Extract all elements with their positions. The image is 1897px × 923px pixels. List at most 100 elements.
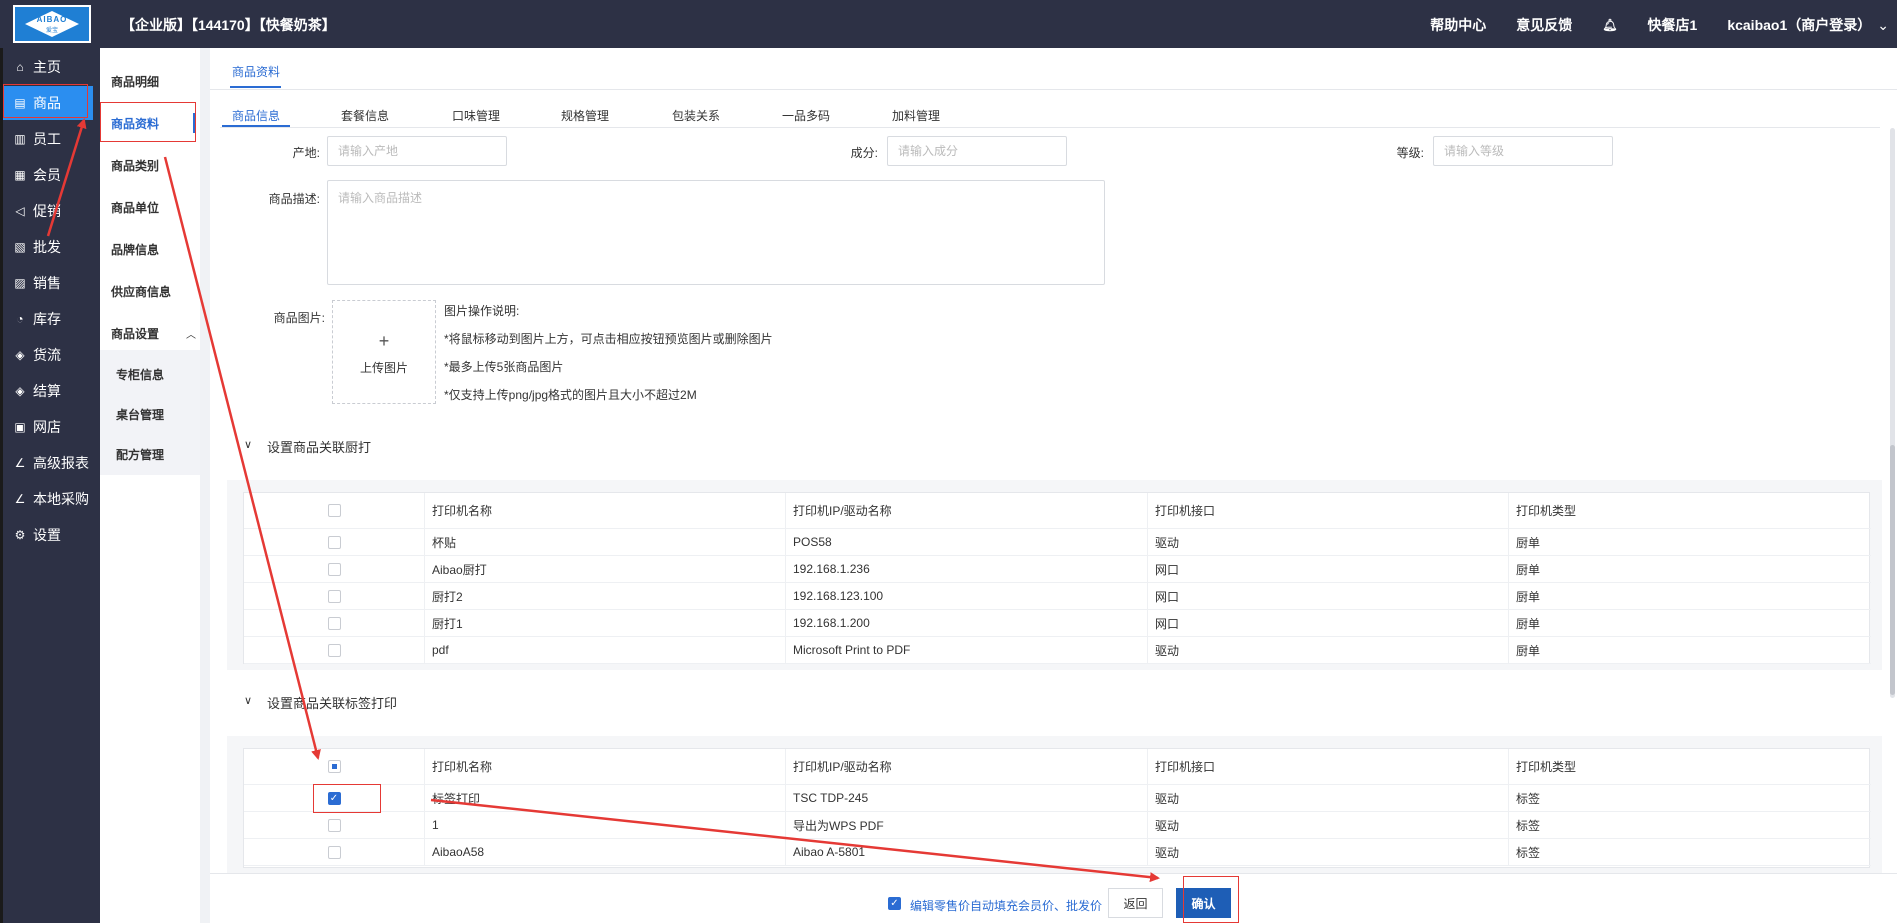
grade-input[interactable]: 请输入等级 xyxy=(1433,136,1613,166)
table-cell: 驱动 xyxy=(1147,785,1508,811)
subnav-item[interactable]: 商品类别 xyxy=(111,157,159,174)
sub-tab[interactable]: 一品多码 xyxy=(782,107,830,124)
table-cell: 杯贴 xyxy=(424,529,785,555)
image-note: *仅支持上传png/jpg格式的图片且大小不超过2M xyxy=(444,388,697,402)
origin-input[interactable]: 请输入产地 xyxy=(327,136,507,166)
nav-item-3[interactable]: ▦ 会员 xyxy=(3,158,93,192)
nav-item-label: 库存 xyxy=(33,311,61,327)
table-cell: 网口 xyxy=(1147,556,1508,582)
nav-item-11[interactable]: ∠ 高级报表 xyxy=(3,446,93,480)
scrollbar-thumb[interactable] xyxy=(1890,445,1895,695)
sub-tab[interactable]: 包装关系 xyxy=(672,107,720,124)
select-all-checkbox[interactable] xyxy=(327,760,341,773)
table-row: 1 导出为WPS PDF 驱动 标签 xyxy=(244,812,1871,839)
autofill-label[interactable]: 编辑零售价自动填充会员价、批发价 xyxy=(910,897,1102,914)
grade-label: 等级: xyxy=(1396,146,1424,160)
store-name[interactable]: 快餐店1 xyxy=(1648,15,1698,35)
sub-tab[interactable]: 规格管理 xyxy=(561,107,609,124)
table-header-cell: 打印机类型 xyxy=(1508,749,1871,784)
plus-icon: + xyxy=(378,331,390,351)
table-cell: 导出为WPS PDF xyxy=(785,812,1147,838)
top-bar: AIBAO 爱宝 【企业版】【144170】【快餐奶茶】 帮助中心 意见反馈 🔔… xyxy=(0,0,1897,48)
user-menu[interactable]: kcaibao1（商户登录） xyxy=(1727,15,1871,35)
nav-item-label: 促销 xyxy=(33,203,61,219)
chevron-down-icon[interactable]: ∨ xyxy=(244,694,252,707)
table-row: Aibao厨打 192.168.1.236 网口 厨单 xyxy=(244,556,1871,583)
subnav-item[interactable]: 品牌信息 xyxy=(111,241,159,258)
row-checkbox[interactable] xyxy=(327,616,341,630)
autofill-checkbox[interactable]: ✓ xyxy=(888,897,901,910)
sub-tab[interactable]: 口味管理 xyxy=(452,107,500,124)
annotation-box xyxy=(100,102,196,142)
promo-icon: ◁ xyxy=(15,204,25,218)
table-cell: 网口 xyxy=(1147,610,1508,636)
subnav-child-item[interactable]: 专柜信息 xyxy=(116,366,164,383)
nav-item-5[interactable]: ▧ 批发 xyxy=(3,230,93,264)
nav-item-label: 员工 xyxy=(33,131,61,147)
table-cell: 标签 xyxy=(1508,839,1871,865)
table-cell: 192.168.1.200 xyxy=(785,610,1147,636)
page-tab-product-info[interactable]: 商品资料 xyxy=(232,63,280,80)
subnav-item[interactable]: 商品设置 xyxy=(111,325,159,342)
table-header-row: 打印机名称 打印机IP/驱动名称 打印机接口 打印机类型 xyxy=(244,749,1871,785)
table-cell: 标签 xyxy=(1508,812,1871,838)
subnav-item[interactable]: 商品单位 xyxy=(111,199,159,216)
ingredient-input[interactable]: 请输入成分 xyxy=(887,136,1067,166)
row-checkbox[interactable] xyxy=(327,818,341,832)
subnav-child-item[interactable]: 配方管理 xyxy=(116,446,164,463)
nav-item-6[interactable]: ▨ 销售 xyxy=(3,266,93,300)
member-icon: ▦ xyxy=(14,168,26,182)
chevron-up-icon[interactable]: ︿ xyxy=(186,326,196,341)
flow-icon: ◈ xyxy=(15,348,25,362)
sub-tab[interactable]: 套餐信息 xyxy=(341,107,389,124)
row-checkbox[interactable] xyxy=(327,643,341,657)
subnav-item[interactable]: 商品明细 xyxy=(111,73,159,90)
description-label: 商品描述: xyxy=(268,192,320,206)
table-cell: POS58 xyxy=(785,529,1147,555)
table-header-cell: 打印机类型 xyxy=(1508,493,1871,528)
nav-item-10[interactable]: ▣ 网店 xyxy=(3,410,93,444)
table-row: pdf Microsoft Print to PDF 驱动 厨单 xyxy=(244,637,1871,664)
table-cell: TSC TDP-245 xyxy=(785,785,1147,811)
subnav-child-item[interactable]: 桌台管理 xyxy=(116,406,164,423)
nav-item-4[interactable]: ◁ 促销 xyxy=(3,194,93,228)
nav-item-9[interactable]: ◈ 结算 xyxy=(3,374,93,408)
subnav-item[interactable]: 供应商信息 xyxy=(111,283,171,300)
kitchen-print-section-title[interactable]: 设置商品关联厨打 xyxy=(267,437,371,456)
sub-tab[interactable]: 商品信息 xyxy=(232,107,280,124)
nav-item-label: 货流 xyxy=(33,347,61,363)
label-print-section-title[interactable]: 设置商品关联标签打印 xyxy=(267,693,397,712)
nav-item-8[interactable]: ◈ 货流 xyxy=(3,338,93,372)
table-cell: pdf xyxy=(424,637,785,663)
chevron-down-icon[interactable]: ⌄ xyxy=(1877,17,1889,34)
table-cell: 厨单 xyxy=(1508,610,1871,636)
table-row: ✓ 标签打印 TSC TDP-245 驱动 标签 xyxy=(244,785,1871,812)
back-button[interactable]: 返回 xyxy=(1108,888,1163,918)
ingredient-label: 成分: xyxy=(850,146,878,160)
chevron-down-icon[interactable]: ∨ xyxy=(244,438,252,451)
report-icon: ∠ xyxy=(14,456,26,470)
nav-item-7[interactable]: ◔ 库存 xyxy=(3,302,93,336)
bell-icon[interactable]: 🔔︎ xyxy=(1602,18,1617,32)
nav-item-13[interactable]: ⚙ 设置 xyxy=(3,518,93,552)
help-center-link[interactable]: 帮助中心 xyxy=(1430,15,1486,35)
table-cell: 192.168.123.100 xyxy=(785,583,1147,609)
annotation-box xyxy=(1183,876,1239,923)
row-checkbox[interactable] xyxy=(327,535,341,549)
origin-label: 产地: xyxy=(292,146,320,160)
sub-tab[interactable]: 加料管理 xyxy=(892,107,940,124)
nav-item-12[interactable]: ∠ 本地采购 xyxy=(3,482,93,516)
nav-item-label: 批发 xyxy=(33,239,61,255)
row-checkbox[interactable] xyxy=(327,589,341,603)
feedback-link[interactable]: 意见反馈 xyxy=(1516,15,1572,35)
row-checkbox[interactable] xyxy=(327,562,341,576)
nav-item-2[interactable]: ▥ 员工 xyxy=(3,122,93,156)
upload-image-button[interactable]: + 上传图片 xyxy=(332,300,436,404)
annotation-box xyxy=(313,784,381,813)
description-textarea[interactable]: 请输入商品描述 xyxy=(327,180,1105,285)
nav-item-0[interactable]: ⌂ 主页 xyxy=(3,50,93,84)
select-all-checkbox[interactable] xyxy=(327,504,341,517)
table-cell: 厨打1 xyxy=(424,610,785,636)
row-checkbox[interactable] xyxy=(327,845,341,859)
table-cell: 驱动 xyxy=(1147,812,1508,838)
